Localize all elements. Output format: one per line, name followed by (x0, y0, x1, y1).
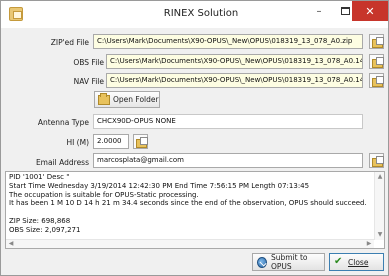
log-line: Start Time Wednesday 3/19/2014 12:42:30 … (9, 181, 310, 190)
scroll-right-icon[interactable]: ▶ (365, 240, 373, 248)
hi-label: HI (M) (66, 138, 89, 147)
nav-file-label: NAV File (73, 77, 104, 86)
zip-browse-icon[interactable] (369, 34, 384, 49)
email-field[interactable]: marcosplata@gmail.com (93, 153, 363, 168)
rinex-solution-window: RINEX Solution – ✕ ZIP'ed File C:\Users\… (0, 0, 389, 276)
antenna-type-field[interactable]: CHCX90D-OPUS NONE (93, 114, 363, 129)
check-icon: ✔ (334, 256, 343, 267)
title-bar: RINEX Solution – ✕ (1, 1, 388, 28)
log-line: The occupation is suitable for OPUS-Stat… (9, 190, 199, 199)
open-folder-label: Open Folder (113, 95, 159, 104)
window-title: RINEX Solution (163, 8, 239, 19)
hi-field[interactable]: 2.0000 (93, 134, 129, 149)
antenna-type-label: Antenna Type (37, 118, 89, 127)
obs-file-field[interactable]: C:\Users\Mark\Documents\X90-OPUS\_New\OP… (106, 54, 363, 69)
horizontal-scrollbar[interactable]: ◀ ▶ (6, 239, 374, 248)
nav-file-field[interactable]: C:\Users\Mark\Documents\X90-OPUS\_New\OP… (106, 73, 363, 88)
close-window-button[interactable]: ✕ (352, 1, 388, 21)
app-icon (9, 7, 23, 21)
minimize-button[interactable]: – (306, 1, 332, 21)
close-label: Close (348, 257, 369, 267)
folder-icon (98, 92, 110, 105)
nav-browse-icon[interactable] (369, 73, 384, 88)
close-button[interactable]: ✔ Close (329, 253, 384, 271)
log-line: PID '1001' Desc " (9, 173, 70, 181)
obs-browse-icon[interactable] (369, 54, 384, 69)
submit-label: Submit to OPUS (271, 253, 308, 271)
vertical-scrollbar[interactable]: ▲ ▼ (374, 172, 384, 240)
submit-to-opus-button[interactable]: Submit to OPUS (252, 253, 325, 271)
log-line: ZIP Size: 698,868 (9, 216, 71, 225)
email-label: Email Address (35, 158, 89, 167)
log-line: It has been 1 M 10 D 14 h 21 m 34.4 seco… (9, 199, 367, 208)
scroll-down-icon[interactable]: ▼ (376, 231, 384, 239)
email-icon[interactable] (369, 153, 384, 168)
globe-icon (257, 256, 267, 268)
maximize-icon (340, 7, 350, 15)
log-line: OBS Size: 2,097,271 (9, 225, 81, 234)
scroll-left-icon[interactable]: ◀ (7, 240, 15, 248)
obs-file-label: OBS File (73, 58, 104, 67)
output-log[interactable]: PID '1001' Desc " Start Time Wednesday 3… (5, 171, 385, 249)
zip-file-label: ZIP'ed File (50, 38, 89, 47)
zip-file-field[interactable]: C:\Users\Mark\Documents\X90-OPUS\_New\OP… (93, 34, 363, 49)
scroll-up-icon[interactable]: ▲ (376, 173, 384, 181)
hi-edit-icon[interactable] (133, 134, 148, 149)
open-folder-button[interactable]: Open Folder (94, 91, 160, 108)
